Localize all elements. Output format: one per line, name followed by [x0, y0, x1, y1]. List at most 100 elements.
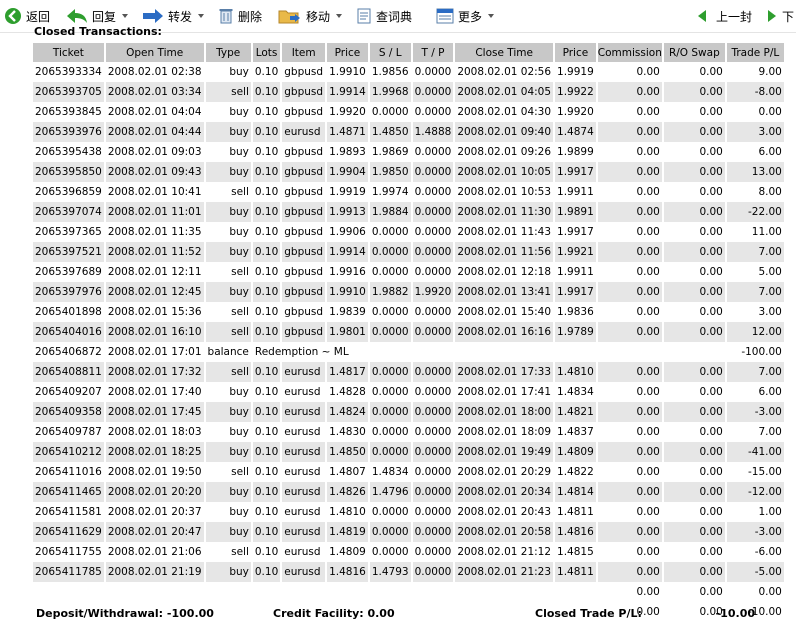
table-row: 2065395850 2008.02.01 09:43 buy 0.10 gbpusd 1…: [33, 162, 786, 182]
forward-button[interactable]: 转发: [142, 5, 205, 27]
table-cell: 0.10: [251, 522, 283, 542]
table-cell: 2065393976: [33, 122, 106, 142]
table-cell: 0.00: [662, 102, 727, 122]
table-cell: 2008.02.01 12:11: [104, 262, 206, 282]
table-cell: buy: [204, 522, 253, 542]
table-cell: 1.4815: [554, 542, 598, 562]
dictionary-button[interactable]: 查词典: [356, 5, 412, 27]
dictionary-icon: [356, 7, 372, 25]
table-cell: 0.00: [662, 382, 727, 402]
col-stop-loss: S / L: [368, 43, 413, 62]
table-row: 2065393976 2008.02.01 04:44 buy 0.10 eurusd 1…: [33, 122, 786, 142]
move-dropdown-icon[interactable]: [336, 14, 343, 18]
table-cell: 1.4793: [368, 562, 413, 582]
table-row: 2065397074 2008.02.01 11:01 buy 0.10 gbpusd 1…: [33, 202, 786, 222]
table-cell: 0.00: [596, 422, 664, 442]
forward-dropdown-icon[interactable]: [198, 14, 205, 18]
table-row: 2065397365 2008.02.01 11:35 buy 0.10 gbpusd 1…: [33, 222, 786, 242]
table-cell: 0.00: [596, 302, 664, 322]
table-cell: 2008.02.01 20:47: [104, 522, 206, 542]
table-cell: 0.00: [662, 262, 727, 282]
table-cell: 0.00: [662, 202, 727, 222]
table-cell: 2008.02.01 09:43: [104, 162, 206, 182]
table-cell: 2065409358: [33, 402, 106, 422]
table-row: 2065393845 2008.02.01 04:04 buy 0.10 gbpusd 1…: [33, 102, 786, 122]
table-cell: buy: [204, 202, 253, 222]
table-cell: 0.0000: [411, 242, 456, 262]
table-row: 2065409207 2008.02.01 17:40 buy 0.10 eurusd 1…: [33, 382, 786, 402]
table-cell: 1.9922: [554, 82, 598, 102]
table-cell: 0.10: [251, 122, 283, 142]
table-cell: 1.9789: [554, 322, 598, 342]
table-cell: 2008.02.01 12:18: [454, 262, 556, 282]
reply-dropdown-icon[interactable]: [122, 14, 129, 18]
table-cell: 2065395438: [33, 142, 106, 162]
table-cell: 1.9906: [326, 222, 370, 242]
next-message-button[interactable]: 下: [766, 5, 794, 27]
table-cell: sell: [204, 542, 253, 562]
table-cell: gbpusd: [281, 282, 328, 302]
table-cell: 0.10: [251, 482, 283, 502]
table-cell: 2008.02.01 20:58: [454, 522, 556, 542]
more-dropdown-icon[interactable]: [488, 14, 495, 18]
totals-row: 0.00 0.00 0.00: [33, 582, 786, 602]
table-cell: -100.00: [725, 342, 786, 362]
table-cell: 0.0000: [411, 322, 456, 342]
table-cell: 1.4809: [554, 442, 598, 462]
table-cell: 0.0000: [411, 222, 456, 242]
table-cell: 1.9911: [554, 182, 598, 202]
table-cell: eurusd: [281, 382, 328, 402]
more-button[interactable]: 更多: [436, 5, 495, 27]
table-cell: 2065397976: [33, 282, 106, 302]
table-cell: sell: [204, 322, 253, 342]
table-cell: -3.00: [725, 522, 786, 542]
table-cell: 0.00: [596, 442, 664, 462]
table-cell: 2065393705: [33, 82, 106, 102]
table-cell: 0.10: [251, 142, 283, 162]
table-cell: 0.00: [662, 302, 727, 322]
table-cell: 0.0000: [411, 402, 456, 422]
back-button[interactable]: 返回: [4, 5, 50, 27]
table-row: 2065408811 2008.02.01 17:32 sell 0.10 eurusd…: [33, 362, 786, 382]
table-cell: -22.00: [725, 202, 786, 222]
table-cell: 0.00: [662, 162, 727, 182]
delete-label: 删除: [238, 9, 263, 24]
table-cell: 0.00: [662, 422, 727, 442]
prev-message-button[interactable]: 上一封: [696, 5, 752, 27]
table-cell: 2008.02.01 04:04: [104, 102, 206, 122]
table-cell: 0.10: [251, 562, 283, 582]
table-cell: buy: [204, 242, 253, 262]
table-cell: 2065408811: [33, 362, 106, 382]
table-cell: 2008.02.01 11:43: [454, 222, 556, 242]
reply-button[interactable]: 回复: [66, 5, 129, 27]
delete-button[interactable]: 删除: [218, 5, 262, 27]
table-cell: 7.00: [725, 282, 786, 302]
table-cell: buy: [204, 562, 253, 582]
table-cell: 0.00: [596, 82, 664, 102]
table-cell: eurusd: [281, 462, 328, 482]
table-cell: 0.00: [596, 402, 664, 422]
table-cell: 2008.02.01 20:43: [454, 502, 556, 522]
table-cell: 0.0000: [411, 102, 456, 122]
table-cell: 1.9869: [368, 142, 413, 162]
table-cell: 0.0000: [411, 362, 456, 382]
table-cell: 2008.02.01 21:23: [454, 562, 556, 582]
back-arrow-icon: [4, 7, 22, 25]
table-cell: 2008.02.01 21:19: [104, 562, 206, 582]
table-cell: 0.10: [251, 382, 283, 402]
table-cell: 2065410212: [33, 442, 106, 462]
table-cell: 2065411755: [33, 542, 106, 562]
table-cell: 1.9917: [554, 282, 598, 302]
table-cell: 1.9910: [326, 282, 370, 302]
table-cell: 1.4816: [326, 562, 370, 582]
table-cell: 1.4811: [554, 502, 598, 522]
dictionary-label: 查词典: [376, 9, 413, 24]
table-cell: eurusd: [281, 502, 328, 522]
table-cell: 0.00: [662, 402, 727, 422]
table-header-row: Ticket Open Time Type Lots Item Price S …: [33, 43, 786, 62]
move-button[interactable]: 移动: [278, 5, 343, 27]
table-cell: 0.0000: [368, 422, 413, 442]
table-cell: 2008.02.01 13:41: [454, 282, 556, 302]
table-cell: 0.10: [251, 62, 283, 82]
table-cell: 2065411785: [33, 562, 106, 582]
